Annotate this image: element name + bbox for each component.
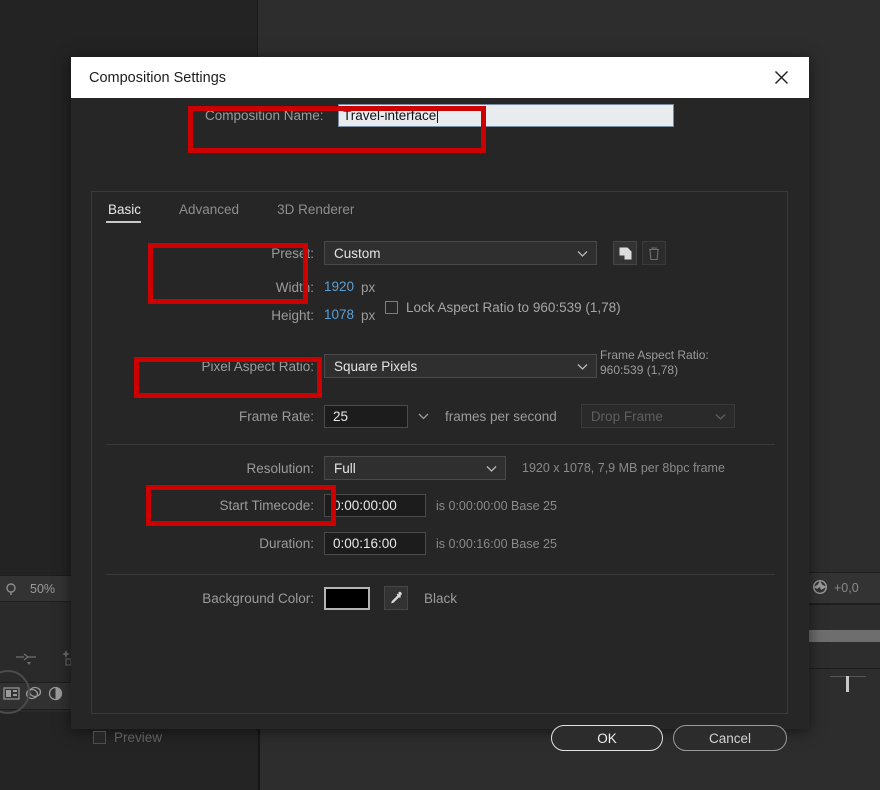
- frame-rate-chevron-icon[interactable]: [418, 407, 429, 425]
- start-timecode-info: is 0:00:00:00 Base 25: [436, 498, 557, 513]
- duration-value: 0:00:16:00: [333, 536, 397, 551]
- resolution-label: Resolution:: [246, 460, 314, 476]
- background-color-name: Black: [424, 590, 458, 606]
- composition-settings-dialog: Composition Settings Composition Name: T…: [71, 57, 809, 751]
- width-unit: px: [361, 279, 376, 295]
- composition-name-label: Composition Name:: [205, 108, 324, 123]
- preview-label: Preview: [114, 730, 163, 745]
- keyframe-nav-icon: [14, 648, 40, 673]
- duration-row: Duration: 0:00:16:00 is 0:00:16:00 Base …: [92, 532, 761, 555]
- bg-right-line-top: [808, 604, 880, 605]
- tab-basic-label: Basic: [108, 202, 142, 217]
- frame-aspect-ratio-label: Frame Aspect Ratio:: [600, 348, 709, 362]
- bg-right-band: [808, 630, 880, 642]
- eyedropper-icon[interactable]: [384, 586, 408, 610]
- composition-name-input[interactable]: Travel-interface: [338, 104, 674, 127]
- background-color-label: Background Color:: [202, 590, 314, 606]
- duration-input[interactable]: 0:00:16:00: [324, 532, 426, 555]
- frame-aspect-ratio-block: Frame Aspect Ratio: 960:539 (1,78): [600, 348, 750, 378]
- section-divider-2: [106, 574, 775, 575]
- magnifier-icon: [0, 582, 24, 596]
- preset-value: Custom: [334, 245, 381, 261]
- start-timecode-value: 0:00:00:00: [333, 498, 397, 513]
- pixel-aspect-ratio-value: Square Pixels: [334, 358, 418, 374]
- frame-rate-row: Frame Rate: 25 frames per second Drop Fr…: [92, 404, 761, 428]
- ok-button[interactable]: OK: [551, 725, 663, 751]
- cancel-button[interactable]: Cancel: [673, 725, 787, 751]
- width-value[interactable]: 1920: [324, 279, 354, 295]
- tab-basic[interactable]: Basic: [106, 202, 157, 223]
- close-icon[interactable]: [765, 63, 797, 93]
- frame-rate-input[interactable]: 25: [324, 404, 408, 428]
- start-timecode-input[interactable]: 0:00:00:00: [324, 494, 426, 517]
- preset-label: Preset:: [271, 245, 314, 261]
- lock-aspect-ratio-checkbox[interactable]: [385, 301, 398, 314]
- pixel-aspect-ratio-select[interactable]: Square Pixels: [324, 354, 597, 378]
- duration-label: Duration:: [259, 536, 314, 551]
- tab-3d-renderer-label: 3D Renderer: [277, 202, 355, 217]
- duration-info: is 0:00:16:00 Base 25: [436, 536, 557, 551]
- background-color-swatch[interactable]: [324, 586, 370, 610]
- bg-right-line: [808, 668, 880, 669]
- tab-bar: Basic Advanced 3D Renderer: [106, 202, 390, 223]
- preset-select[interactable]: Custom: [324, 241, 597, 265]
- shutter-angle-icon: [812, 579, 828, 598]
- chevron-down-icon: [577, 359, 588, 374]
- drop-frame-select: Drop Frame: [580, 404, 735, 428]
- background-color-row: Background Color: Black: [92, 586, 761, 610]
- preset-row: Preset: Custom: [92, 241, 761, 265]
- start-timecode-row: Start Timecode: 0:00:00:00 is 0:00:00:00…: [92, 494, 761, 517]
- width-row: Width: 1920 px: [92, 279, 761, 295]
- frame-rate-value: 25: [333, 408, 349, 424]
- width-label: Width:: [275, 279, 314, 295]
- shutter-value: +0,0: [834, 581, 859, 595]
- lock-aspect-ratio-row: Lock Aspect Ratio to 960:539 (1,78): [385, 300, 621, 315]
- lock-aspect-ratio-label: Lock Aspect Ratio to 960:539 (1,78): [406, 300, 621, 315]
- composition-name-value: Travel-interface: [343, 108, 437, 123]
- pixel-aspect-ratio-label: Pixel Aspect Ratio:: [201, 358, 314, 374]
- height-value[interactable]: 1078: [324, 307, 354, 323]
- resolution-row: Resolution: Full 1920 x 1078, 7,9 MB per…: [92, 456, 761, 480]
- drop-frame-value: Drop Frame: [590, 408, 663, 424]
- chevron-down-icon: [486, 461, 497, 476]
- section-divider-1: [106, 444, 775, 445]
- text-caret: [437, 108, 439, 123]
- tab-3d-renderer[interactable]: 3D Renderer: [275, 202, 370, 223]
- resolution-info: 1920 x 1078, 7,9 MB per 8bpc frame: [522, 461, 725, 475]
- save-preset-icon[interactable]: [613, 241, 637, 265]
- preview-checkbox[interactable]: [93, 731, 106, 744]
- bg-zoom-level: 50%: [30, 581, 56, 596]
- trash-icon[interactable]: [642, 241, 666, 265]
- frames-per-second-label: frames per second: [445, 408, 557, 424]
- cancel-button-label: Cancel: [708, 730, 752, 746]
- dialog-titlebar: Composition Settings: [71, 57, 809, 98]
- bg-right-playhead: [846, 676, 849, 692]
- tab-advanced[interactable]: Advanced: [177, 202, 255, 223]
- preview-row: Preview: [93, 730, 162, 745]
- settings-panel: Basic Advanced 3D Renderer Preset: Custo…: [91, 191, 788, 714]
- bg-right-panel: [805, 0, 880, 790]
- chevron-down-icon: [715, 409, 726, 424]
- frame-aspect-ratio-value: 960:539 (1,78): [600, 363, 679, 377]
- start-timecode-label: Start Timecode:: [219, 498, 314, 513]
- dialog-footer: Preview OK Cancel: [71, 714, 809, 770]
- height-label: Height:: [271, 307, 314, 323]
- height-unit: px: [361, 307, 376, 323]
- ok-button-label: OK: [597, 730, 617, 746]
- resolution-select[interactable]: Full: [324, 456, 506, 480]
- dialog-title: Composition Settings: [89, 69, 227, 86]
- frame-rate-label: Frame Rate:: [238, 408, 314, 424]
- tab-advanced-label: Advanced: [179, 202, 240, 217]
- dialog-body: Composition Name: Travel-interface Basic…: [71, 98, 809, 751]
- half-circle-icon: [47, 685, 64, 707]
- resolution-value: Full: [334, 460, 356, 476]
- chevron-down-icon: [577, 246, 588, 261]
